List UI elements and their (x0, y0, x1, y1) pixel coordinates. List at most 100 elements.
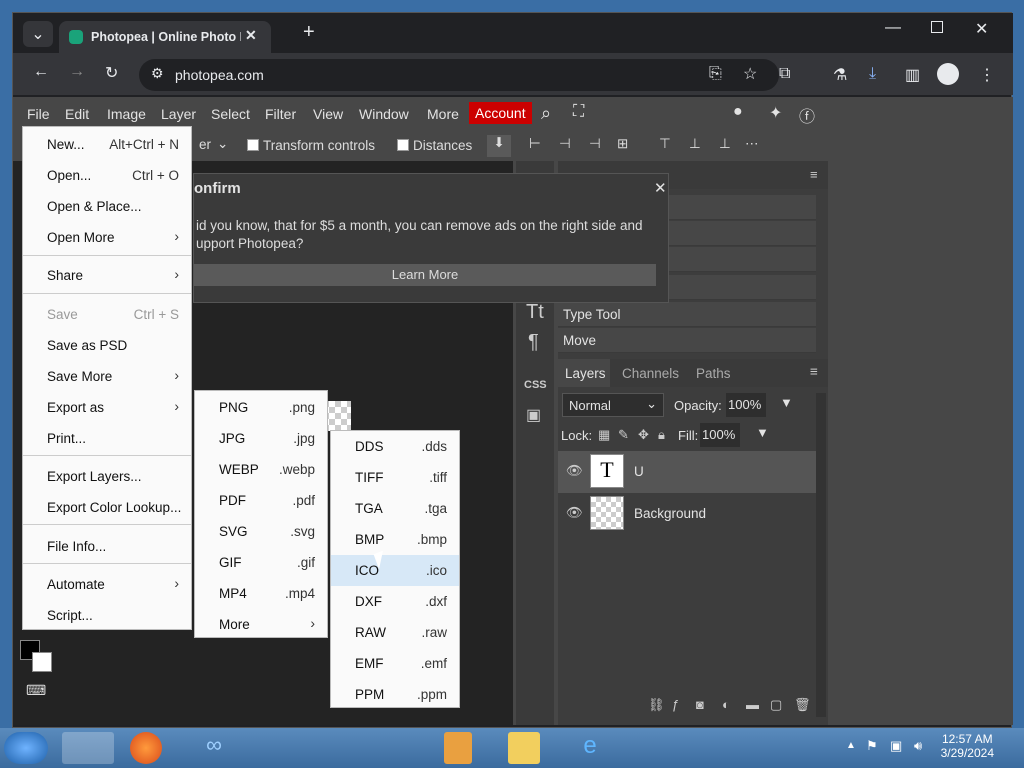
new-tab-icon[interactable]: + (303, 21, 315, 44)
forward-icon[interactable]: → (69, 63, 85, 81)
export-gif[interactable]: GIF .gif (195, 547, 327, 578)
distribute-more-icon[interactable]: ⋯ (745, 136, 759, 152)
layer-name[interactable]: Background (634, 506, 706, 521)
opacity-input[interactable]: 100% (726, 393, 766, 417)
twitter-icon[interactable]: ✦ (769, 103, 782, 123)
browser-menu-icon[interactable]: ⋮ (979, 65, 995, 85)
align-right-icon[interactable]: ⊣ (589, 136, 601, 152)
taskbar-edge-icon[interactable] (62, 732, 114, 764)
search-icon[interactable]: ⌕ (541, 103, 551, 124)
menu-item-save-as-psd[interactable]: Save as PSD (23, 330, 191, 361)
menu-item-share[interactable]: Share › (23, 260, 191, 291)
menu-item-print[interactable]: Print... (23, 423, 191, 454)
delete-layer-icon[interactable]: 🗑︎ (794, 697, 811, 713)
taskbar-media-icon[interactable] (444, 732, 472, 764)
clock[interactable]: 12:57 AM 3/29/2024 (941, 732, 994, 760)
tab-photopea[interactable]: Photopea | Online Photo Edito ✕ (59, 21, 271, 53)
flag-icon[interactable]: ⚑ (866, 738, 878, 754)
layer-mask-icon[interactable]: ◙ (696, 697, 704, 712)
export-tga[interactable]: TGA .tga (331, 493, 459, 524)
menu-image[interactable]: Image (107, 106, 146, 122)
menu-window[interactable]: Window (359, 106, 409, 122)
close-window-icon[interactable]: ✕ (975, 19, 988, 39)
download-align-icon[interactable]: ⬇ (487, 135, 511, 157)
align-bottom-icon[interactable]: ⊥ (719, 136, 731, 152)
opacity-dropdown-icon[interactable]: ▼ (780, 395, 793, 410)
tab-search-button[interactable]: ⌄ (23, 21, 53, 47)
account-button[interactable]: Account (469, 102, 532, 124)
export-mp4[interactable]: MP4 .mp4 (195, 578, 327, 609)
new-layer-icon[interactable]: ▢ (770, 697, 782, 713)
export-bmp[interactable]: BMP .bmp (331, 524, 459, 555)
layer-row-background[interactable]: 👁︎ Background (558, 493, 816, 535)
menu-layer[interactable]: Layer (161, 106, 196, 122)
link-layers-icon[interactable]: ⛓ (648, 697, 665, 713)
reddit-icon[interactable]: ● (733, 103, 743, 121)
eye-icon[interactable]: 👁︎ (566, 505, 583, 521)
menu-more[interactable]: More (427, 106, 459, 122)
css-panel-icon[interactable]: CSS (524, 379, 547, 391)
export-jpg[interactable]: JPG .jpg (195, 423, 327, 454)
side-panel-icon[interactable]: ▥ (905, 65, 920, 85)
paragraph-panel-icon[interactable]: ¶ (528, 331, 539, 354)
distribute-icon[interactable]: ⊞ (617, 136, 628, 152)
volume-icon[interactable]: 🔊︎ (914, 738, 922, 754)
menu-item-save[interactable]: Save Ctrl + S (23, 299, 191, 330)
distances-checkbox[interactable]: Distances (397, 138, 472, 153)
fullscreen-icon[interactable]: ⛶ (573, 103, 584, 121)
move-target-dropdown[interactable]: er (199, 137, 211, 152)
export-ico[interactable]: ICO .ico (331, 555, 459, 586)
lock-all-icon[interactable]: 🔒︎ (658, 427, 665, 443)
close-tab-icon[interactable]: ✕ (245, 27, 257, 44)
facebook-icon[interactable]: ⓕ (799, 103, 815, 127)
export-tiff[interactable]: TIFF .tiff (331, 462, 459, 493)
menu-item-open-more[interactable]: Open More › (23, 222, 191, 253)
export-emf[interactable]: EMF .emf (331, 648, 459, 679)
eye-icon[interactable]: 👁︎ (566, 463, 583, 479)
layer-row-u[interactable]: 👁︎ T U (558, 451, 816, 493)
layer-name[interactable]: U (634, 464, 644, 479)
keyboard-icon[interactable]: ⌨ (26, 682, 46, 699)
history-item-move[interactable]: Move (558, 328, 816, 353)
start-button[interactable] (4, 732, 48, 764)
fill-input[interactable]: 100% (700, 423, 740, 447)
show-hidden-icons[interactable]: ▲ (846, 740, 856, 751)
menu-view[interactable]: View (313, 106, 343, 122)
tab-layers[interactable]: Layers (558, 359, 610, 387)
align-left-icon[interactable]: ⊢ (529, 136, 541, 152)
export-dds[interactable]: DDS .dds (331, 431, 459, 462)
fill-dropdown-icon[interactable]: ▼ (756, 425, 769, 440)
export-more[interactable]: More › (195, 609, 327, 640)
menu-edit[interactable]: Edit (65, 106, 89, 122)
menu-item-open[interactable]: Open... Ctrl + O (23, 160, 191, 191)
profile-avatar[interactable] (937, 63, 959, 85)
minimize-icon[interactable]: — (885, 19, 901, 37)
menu-filter[interactable]: Filter (265, 106, 296, 122)
address-bar[interactable]: ⚙ photopea.com ⎘ ☆ (139, 59, 779, 91)
align-top-icon[interactable]: ⊤ (659, 136, 671, 152)
layer-effects-icon[interactable]: ƒ (672, 697, 679, 712)
menu-item-file-info[interactable]: File Info... (23, 531, 191, 562)
bookmark-star-icon[interactable]: ☆ (743, 64, 757, 84)
menu-item-open-place[interactable]: Open & Place... (23, 191, 191, 222)
export-webp[interactable]: WEBP .webp (195, 454, 327, 485)
panel-menu-icon[interactable]: ≡ (810, 364, 818, 379)
menu-item-save-more[interactable]: Save More › (23, 361, 191, 392)
taskbar-firefox-icon[interactable] (130, 732, 162, 764)
taskbar-app-icon[interactable]: ∞ (194, 732, 234, 764)
background-color-swatch[interactable] (32, 652, 52, 672)
adjustment-layer-icon[interactable]: ◐ (722, 697, 730, 712)
new-group-icon[interactable]: ▬ (746, 697, 759, 712)
menu-item-script[interactable]: Script... (23, 600, 191, 631)
menu-select[interactable]: Select (211, 106, 250, 122)
menu-item-export-color-lookup[interactable]: Export Color Lookup... (23, 492, 191, 523)
character-panel-icon[interactable]: Tt (526, 301, 544, 324)
install-app-icon[interactable]: ⎘ (709, 65, 722, 83)
blend-mode-select[interactable]: Normal ⌄ (562, 393, 664, 417)
align-middle-icon[interactable]: ⊥ (689, 136, 701, 152)
network-icon[interactable]: ▣ (890, 738, 902, 754)
back-icon[interactable]: ← (33, 63, 49, 81)
taskbar-ie-icon[interactable]: e (570, 732, 610, 764)
taskbar-explorer-icon[interactable] (508, 732, 540, 764)
lock-transparency-icon[interactable]: ▦ (598, 427, 610, 443)
